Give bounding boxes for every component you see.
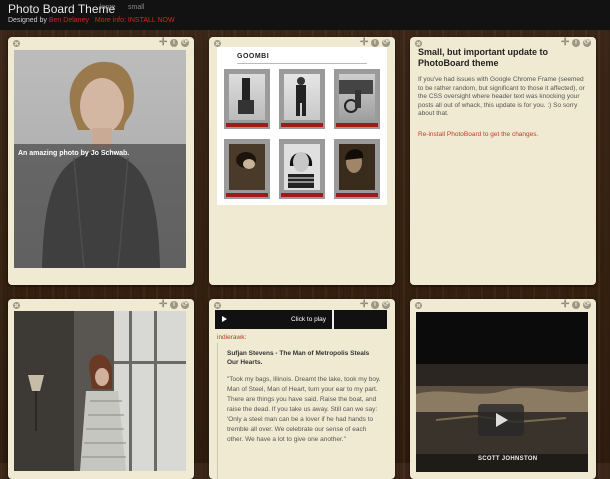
player-divider [332,310,334,329]
card-icons: ✛ i ⟳ [360,38,390,48]
info-icon[interactable]: i [572,301,580,309]
magazine-image[interactable]: GOOMBI [217,47,387,205]
post-card-audio[interactable]: ✛ i ⟳ Click to play indierawk: Sufjan St… [209,299,395,479]
info-icon[interactable]: i [572,39,580,47]
song-quote: "Took my bags, Illinois. Dreamt the lake… [227,376,381,443]
audio-player[interactable]: Click to play [215,310,387,329]
magazine-thumb [334,139,380,199]
quote-block: Sufjan Stevens - The Man of Metropolis S… [217,343,388,479]
size-large-link[interactable]: large [100,4,116,11]
video-player[interactable]: SCOTT JOHNSTON [416,312,588,472]
magazine-title: GOOMBI [237,53,270,60]
close-icon[interactable] [415,40,422,47]
post-title[interactable]: Small, but important update to PhotoBoar… [418,47,588,69]
reblog-icon[interactable]: ⟳ [181,301,189,309]
magazine-thumb [334,69,380,129]
close-icon[interactable] [13,40,20,47]
play-icon[interactable] [222,316,227,322]
move-icon[interactable]: ✛ [360,300,368,310]
reblog-icon[interactable]: ⟳ [382,301,390,309]
move-icon[interactable]: ✛ [360,38,368,48]
card-icons: ✛ i ⟳ [159,300,189,310]
card-icons: ✛ i ⟳ [360,300,390,310]
magazine-thumb [279,139,325,199]
card-icons: ✛ i ⟳ [561,300,591,310]
reblog-icon[interactable]: ⟳ [181,39,189,47]
reblog-icon[interactable]: ⟳ [583,39,591,47]
reblog-icon[interactable]: ⟳ [583,301,591,309]
close-icon[interactable] [214,40,221,47]
reblog-icon[interactable]: ⟳ [382,39,390,47]
credit-line: Designed by Ben Delaney More info: INSTA… [8,17,175,24]
close-icon[interactable] [214,302,221,309]
move-icon[interactable]: ✛ [159,300,167,310]
site-header: Photo Board Theme large small Designed b… [0,0,610,30]
designed-by-label: Designed by [8,17,47,24]
video-overlay-text: SCOTT JOHNSTON [478,456,538,462]
caption-overlay [14,144,186,268]
post-card-text[interactable]: ✛ i ⟳ Small, but important update to Pho… [410,37,596,285]
move-icon[interactable]: ✛ [159,38,167,48]
card-icons: ✛ i ⟳ [159,38,189,48]
move-icon[interactable]: ✛ [561,38,569,48]
post-body: If you've had issues with Google Chrome … [418,76,585,118]
post-card-video[interactable]: ✛ i ⟳ SCOTT JOHNSTON [410,299,596,479]
info-icon[interactable]: i [170,39,178,47]
song-title: Sufjan Stevens - The Man of Metropolis S… [227,350,370,366]
more-info-link[interactable]: More info [95,17,124,24]
post-card-photo-window[interactable]: ✛ i ⟳ [8,299,194,479]
info-icon[interactable]: i [170,301,178,309]
move-icon[interactable]: ✛ [561,300,569,310]
post-card-photo[interactable]: ✛ i ⟳ An amazing photo by Jo Schwab. [8,37,194,285]
info-icon[interactable]: i [371,39,379,47]
magazine-rule [237,63,367,64]
window-photo[interactable] [14,311,186,471]
click-to-play-label[interactable]: Click to play [291,316,326,323]
install-now-link[interactable]: INSTALL NOW [128,17,175,24]
video-play-button[interactable] [478,404,524,436]
designer-link[interactable]: Ben Delaney [49,17,89,24]
post-card-magazine[interactable]: ✛ i ⟳ GOOMBI [209,37,395,285]
photo-caption: An amazing photo by Jo Schwab. [18,150,130,157]
window-scene [14,311,186,471]
magazine-thumb [224,139,270,199]
close-icon[interactable] [13,302,20,309]
size-small-link[interactable]: small [128,4,144,11]
card-icons: ✛ i ⟳ [561,38,591,48]
reinstall-link[interactable]: Re-install PhotoBoard to get the changes… [418,131,538,138]
source-link[interactable]: indierawk: [217,334,246,341]
magazine-thumb [224,69,270,129]
close-icon[interactable] [415,302,422,309]
info-icon[interactable]: i [371,301,379,309]
portrait-photo[interactable]: An amazing photo by Jo Schwab. [14,50,186,268]
magazine-thumb [279,69,325,129]
